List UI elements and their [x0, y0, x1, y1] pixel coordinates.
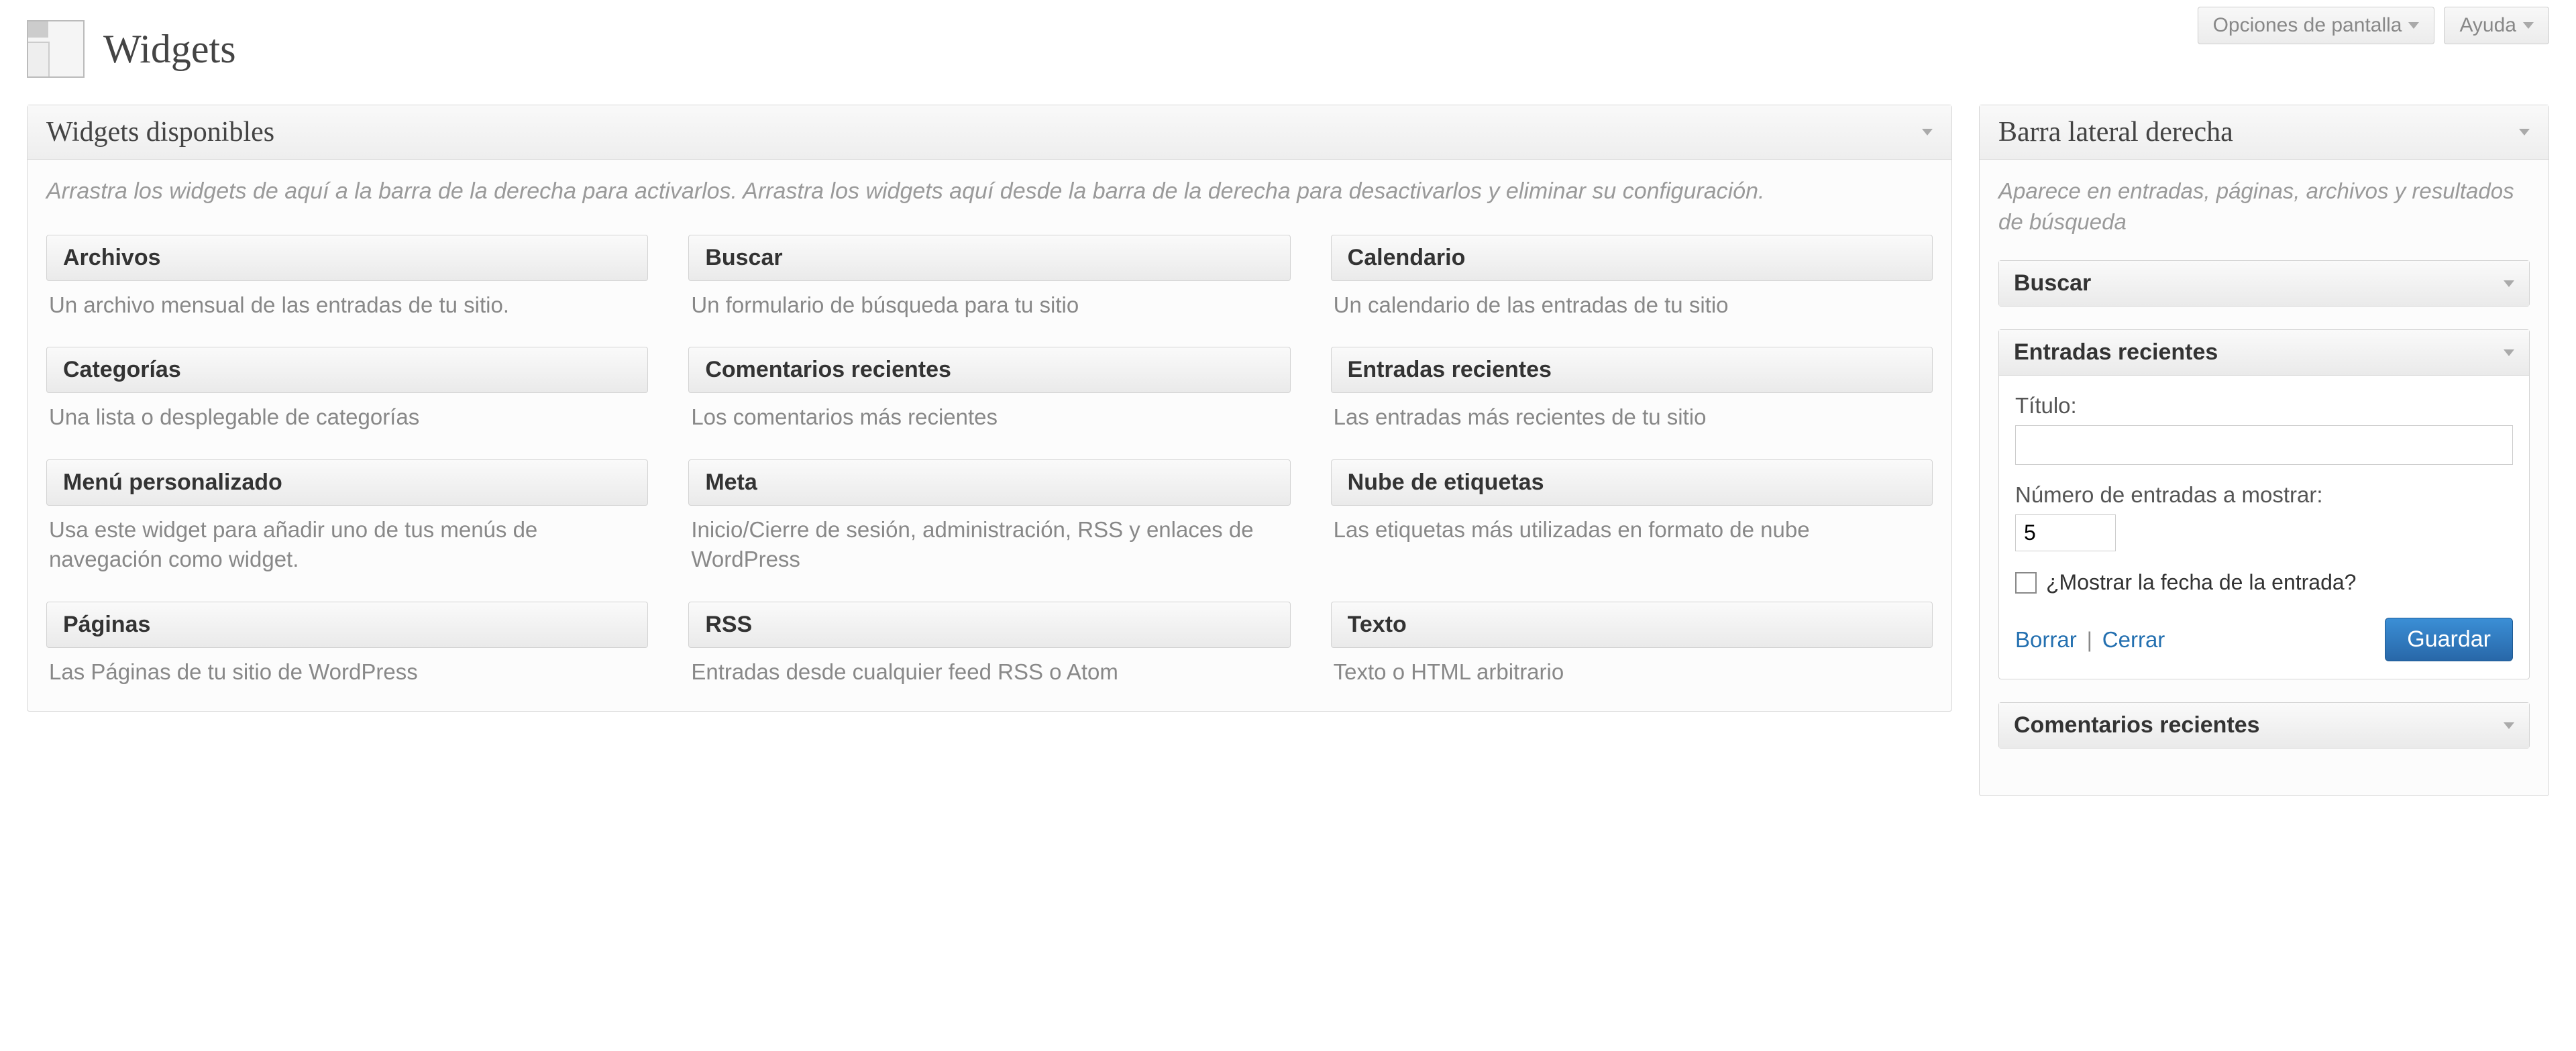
- available-widget: Archivos Un archivo mensual de las entrad…: [46, 235, 648, 321]
- page-title: Widgets: [103, 26, 236, 72]
- chevron-down-icon: [2504, 722, 2514, 729]
- available-widget: Meta Inicio/Cierre de sesión, administrac…: [688, 459, 1290, 575]
- available-widget-head[interactable]: Calendario: [1331, 235, 1933, 281]
- link-separator: |: [2087, 628, 2092, 652]
- available-widget-head[interactable]: Menú personalizado: [46, 459, 648, 506]
- available-widget-head[interactable]: Comentarios recientes: [688, 347, 1290, 393]
- available-widget: Calendario Un calendario de las entradas …: [1331, 235, 1933, 321]
- available-widget: RSS Entradas desde cualquier feed RSS o A…: [688, 602, 1290, 687]
- show-date-label: ¿Mostrar la fecha de la entrada?: [2046, 570, 2356, 595]
- available-widget: Entradas recientes Las entradas más recie…: [1331, 347, 1933, 433]
- numero-label: Número de entradas a mostrar:: [2015, 482, 2513, 508]
- available-widget: Nube de etiquetas Las etiquetas más utili…: [1331, 459, 1933, 575]
- available-widget: Menú personalizado Usa este widget para a…: [46, 459, 648, 575]
- available-widget-desc: Un calendario de las entradas de tu siti…: [1331, 290, 1933, 321]
- available-widget: Buscar Un formulario de búsqueda para tu …: [688, 235, 1290, 321]
- available-widget-desc: Un archivo mensual de las entradas de tu…: [46, 290, 648, 321]
- available-widgets-panel: Widgets disponibles Arrastra los widgets…: [27, 105, 1952, 712]
- available-widget-desc: Los comentarios más recientes: [688, 402, 1290, 433]
- available-widget-desc: Texto o HTML arbitrario: [1331, 657, 1933, 687]
- sidebar-widget-comentarios[interactable]: Comentarios recientes: [1998, 702, 2530, 749]
- available-widget-head[interactable]: Páginas: [46, 602, 648, 648]
- titulo-label: Título:: [2015, 393, 2513, 419]
- chevron-down-icon: [2523, 22, 2534, 29]
- numero-input[interactable]: [2015, 514, 2116, 551]
- available-widget: Comentarios recientes Los comentarios más…: [688, 347, 1290, 433]
- available-widget-head[interactable]: Nube de etiquetas: [1331, 459, 1933, 506]
- sidebar-area-header[interactable]: Barra lateral derecha: [1980, 105, 2548, 160]
- available-widget-desc: Las etiquetas más utilizadas en formato …: [1331, 515, 1933, 545]
- sidebar-widget-recientes: Entradas recientes Título: Número de ent…: [1998, 329, 2530, 679]
- available-widget-desc: Un formulario de búsqueda para tu sitio: [688, 290, 1290, 321]
- sidebar-widget-buscar-title: Buscar: [2014, 270, 2091, 296]
- available-widget: Categorías Una lista o desplegable de cat…: [46, 347, 648, 433]
- sidebar-area-title: Barra lateral derecha: [1998, 116, 2233, 148]
- available-widget: Páginas Las Páginas de tu sitio de WordPr…: [46, 602, 648, 687]
- available-widget-desc: Una lista o desplegable de categorías: [46, 402, 648, 433]
- sidebar-widget-buscar[interactable]: Buscar: [1998, 260, 2530, 307]
- chevron-down-icon: [2408, 22, 2419, 29]
- cerrar-link[interactable]: Cerrar: [2102, 627, 2165, 652]
- help-button[interactable]: Ayuda: [2444, 7, 2549, 44]
- available-widgets-title: Widgets disponibles: [46, 116, 274, 148]
- titulo-input[interactable]: [2015, 425, 2513, 465]
- available-widget-head[interactable]: Meta: [688, 459, 1290, 506]
- widgets-icon: [27, 20, 85, 78]
- available-widget-head[interactable]: Entradas recientes: [1331, 347, 1933, 393]
- sidebar-widget-recientes-title: Entradas recientes: [2014, 339, 2218, 366]
- show-date-checkbox[interactable]: [2015, 572, 2037, 594]
- sidebar-widget-comentarios-title: Comentarios recientes: [2014, 712, 2260, 738]
- sidebar-area-desc: Aparece en entradas, páginas, archivos y…: [1998, 176, 2530, 237]
- sidebar-area-panel: Barra lateral derecha Aparece en entrada…: [1979, 105, 2549, 796]
- available-widget-desc: Las entradas más recientes de tu sitio: [1331, 402, 1933, 433]
- guardar-button[interactable]: Guardar: [2385, 618, 2513, 661]
- available-widgets-instruction: Arrastra los widgets de aquí a la barra …: [46, 176, 1933, 208]
- available-widget-head[interactable]: Archivos: [46, 235, 648, 281]
- chevron-down-icon: [2504, 349, 2514, 356]
- sidebar-widget-buscar-head[interactable]: Buscar: [1999, 261, 2529, 306]
- help-label: Ayuda: [2459, 14, 2516, 37]
- available-widget-desc: Usa este widget para añadir uno de tus m…: [46, 515, 648, 575]
- available-widget-head[interactable]: Texto: [1331, 602, 1933, 648]
- chevron-down-icon: [2519, 129, 2530, 135]
- chevron-down-icon: [1922, 129, 1933, 135]
- available-widgets-header[interactable]: Widgets disponibles: [28, 105, 1951, 160]
- available-widget-desc: Las Páginas de tu sitio de WordPress: [46, 657, 648, 687]
- available-widget-desc: Entradas desde cualquier feed RSS o Atom: [688, 657, 1290, 687]
- sidebar-widget-recientes-head[interactable]: Entradas recientes: [1999, 330, 2529, 376]
- sidebar-widget-comentarios-head[interactable]: Comentarios recientes: [1999, 703, 2529, 748]
- borrar-link[interactable]: Borrar: [2015, 627, 2077, 652]
- screen-options-button[interactable]: Opciones de pantalla: [2198, 7, 2435, 44]
- available-widget: Texto Texto o HTML arbitrario: [1331, 602, 1933, 687]
- available-widget-head[interactable]: Categorías: [46, 347, 648, 393]
- available-widget-desc: Inicio/Cierre de sesión, administración,…: [688, 515, 1290, 575]
- chevron-down-icon: [2504, 280, 2514, 287]
- available-widget-head[interactable]: Buscar: [688, 235, 1290, 281]
- available-widget-head[interactable]: RSS: [688, 602, 1290, 648]
- screen-options-label: Opciones de pantalla: [2213, 14, 2402, 37]
